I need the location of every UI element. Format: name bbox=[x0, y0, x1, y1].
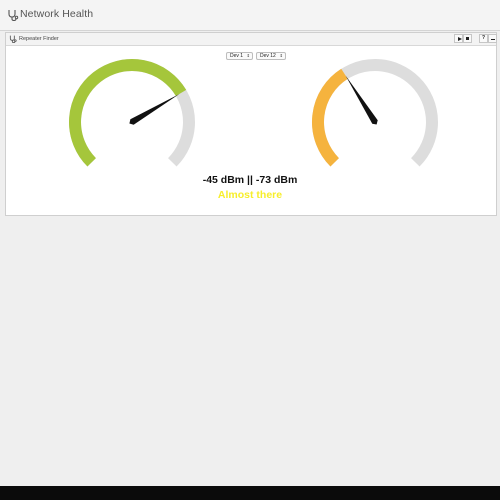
stop-button[interactable] bbox=[463, 34, 472, 43]
gauge-fill bbox=[312, 68, 348, 167]
device-a-value: Dev 1 bbox=[230, 53, 244, 59]
play-button[interactable] bbox=[454, 34, 463, 43]
app-header: Network Health bbox=[0, 0, 500, 31]
status-message: Almost there bbox=[217, 189, 283, 201]
stethoscope-icon bbox=[9, 35, 17, 43]
minimize-button[interactable] bbox=[488, 34, 497, 43]
play-icon bbox=[457, 36, 462, 41]
help-button[interactable]: ? bbox=[479, 34, 488, 43]
app-title: Network Health bbox=[20, 8, 94, 20]
device-b-value: Dev 12 bbox=[260, 53, 276, 59]
device-a-select[interactable]: Dev 1 ⇕ bbox=[226, 52, 253, 60]
gauge-needle bbox=[345, 75, 378, 125]
select-arrows-icon: ⇕ bbox=[279, 53, 283, 58]
signal-gauge-device-a bbox=[62, 55, 202, 167]
panel-header: Repeater Finder ? bbox=[6, 33, 497, 46]
panel-title: Repeater Finder bbox=[19, 36, 59, 42]
stop-icon bbox=[466, 37, 469, 40]
stethoscope-icon bbox=[8, 10, 19, 21]
device-b-select[interactable]: Dev 12 ⇕ bbox=[256, 52, 286, 60]
select-arrows-icon: ⇕ bbox=[246, 53, 250, 58]
gauge-needle bbox=[129, 94, 180, 125]
gauge-fill bbox=[69, 59, 187, 167]
minimize-icon bbox=[491, 38, 495, 40]
bottom-bar bbox=[0, 486, 500, 500]
signal-gauge-device-b bbox=[305, 55, 445, 167]
signal-reading: -45 dBm || -73 dBm bbox=[202, 174, 298, 186]
